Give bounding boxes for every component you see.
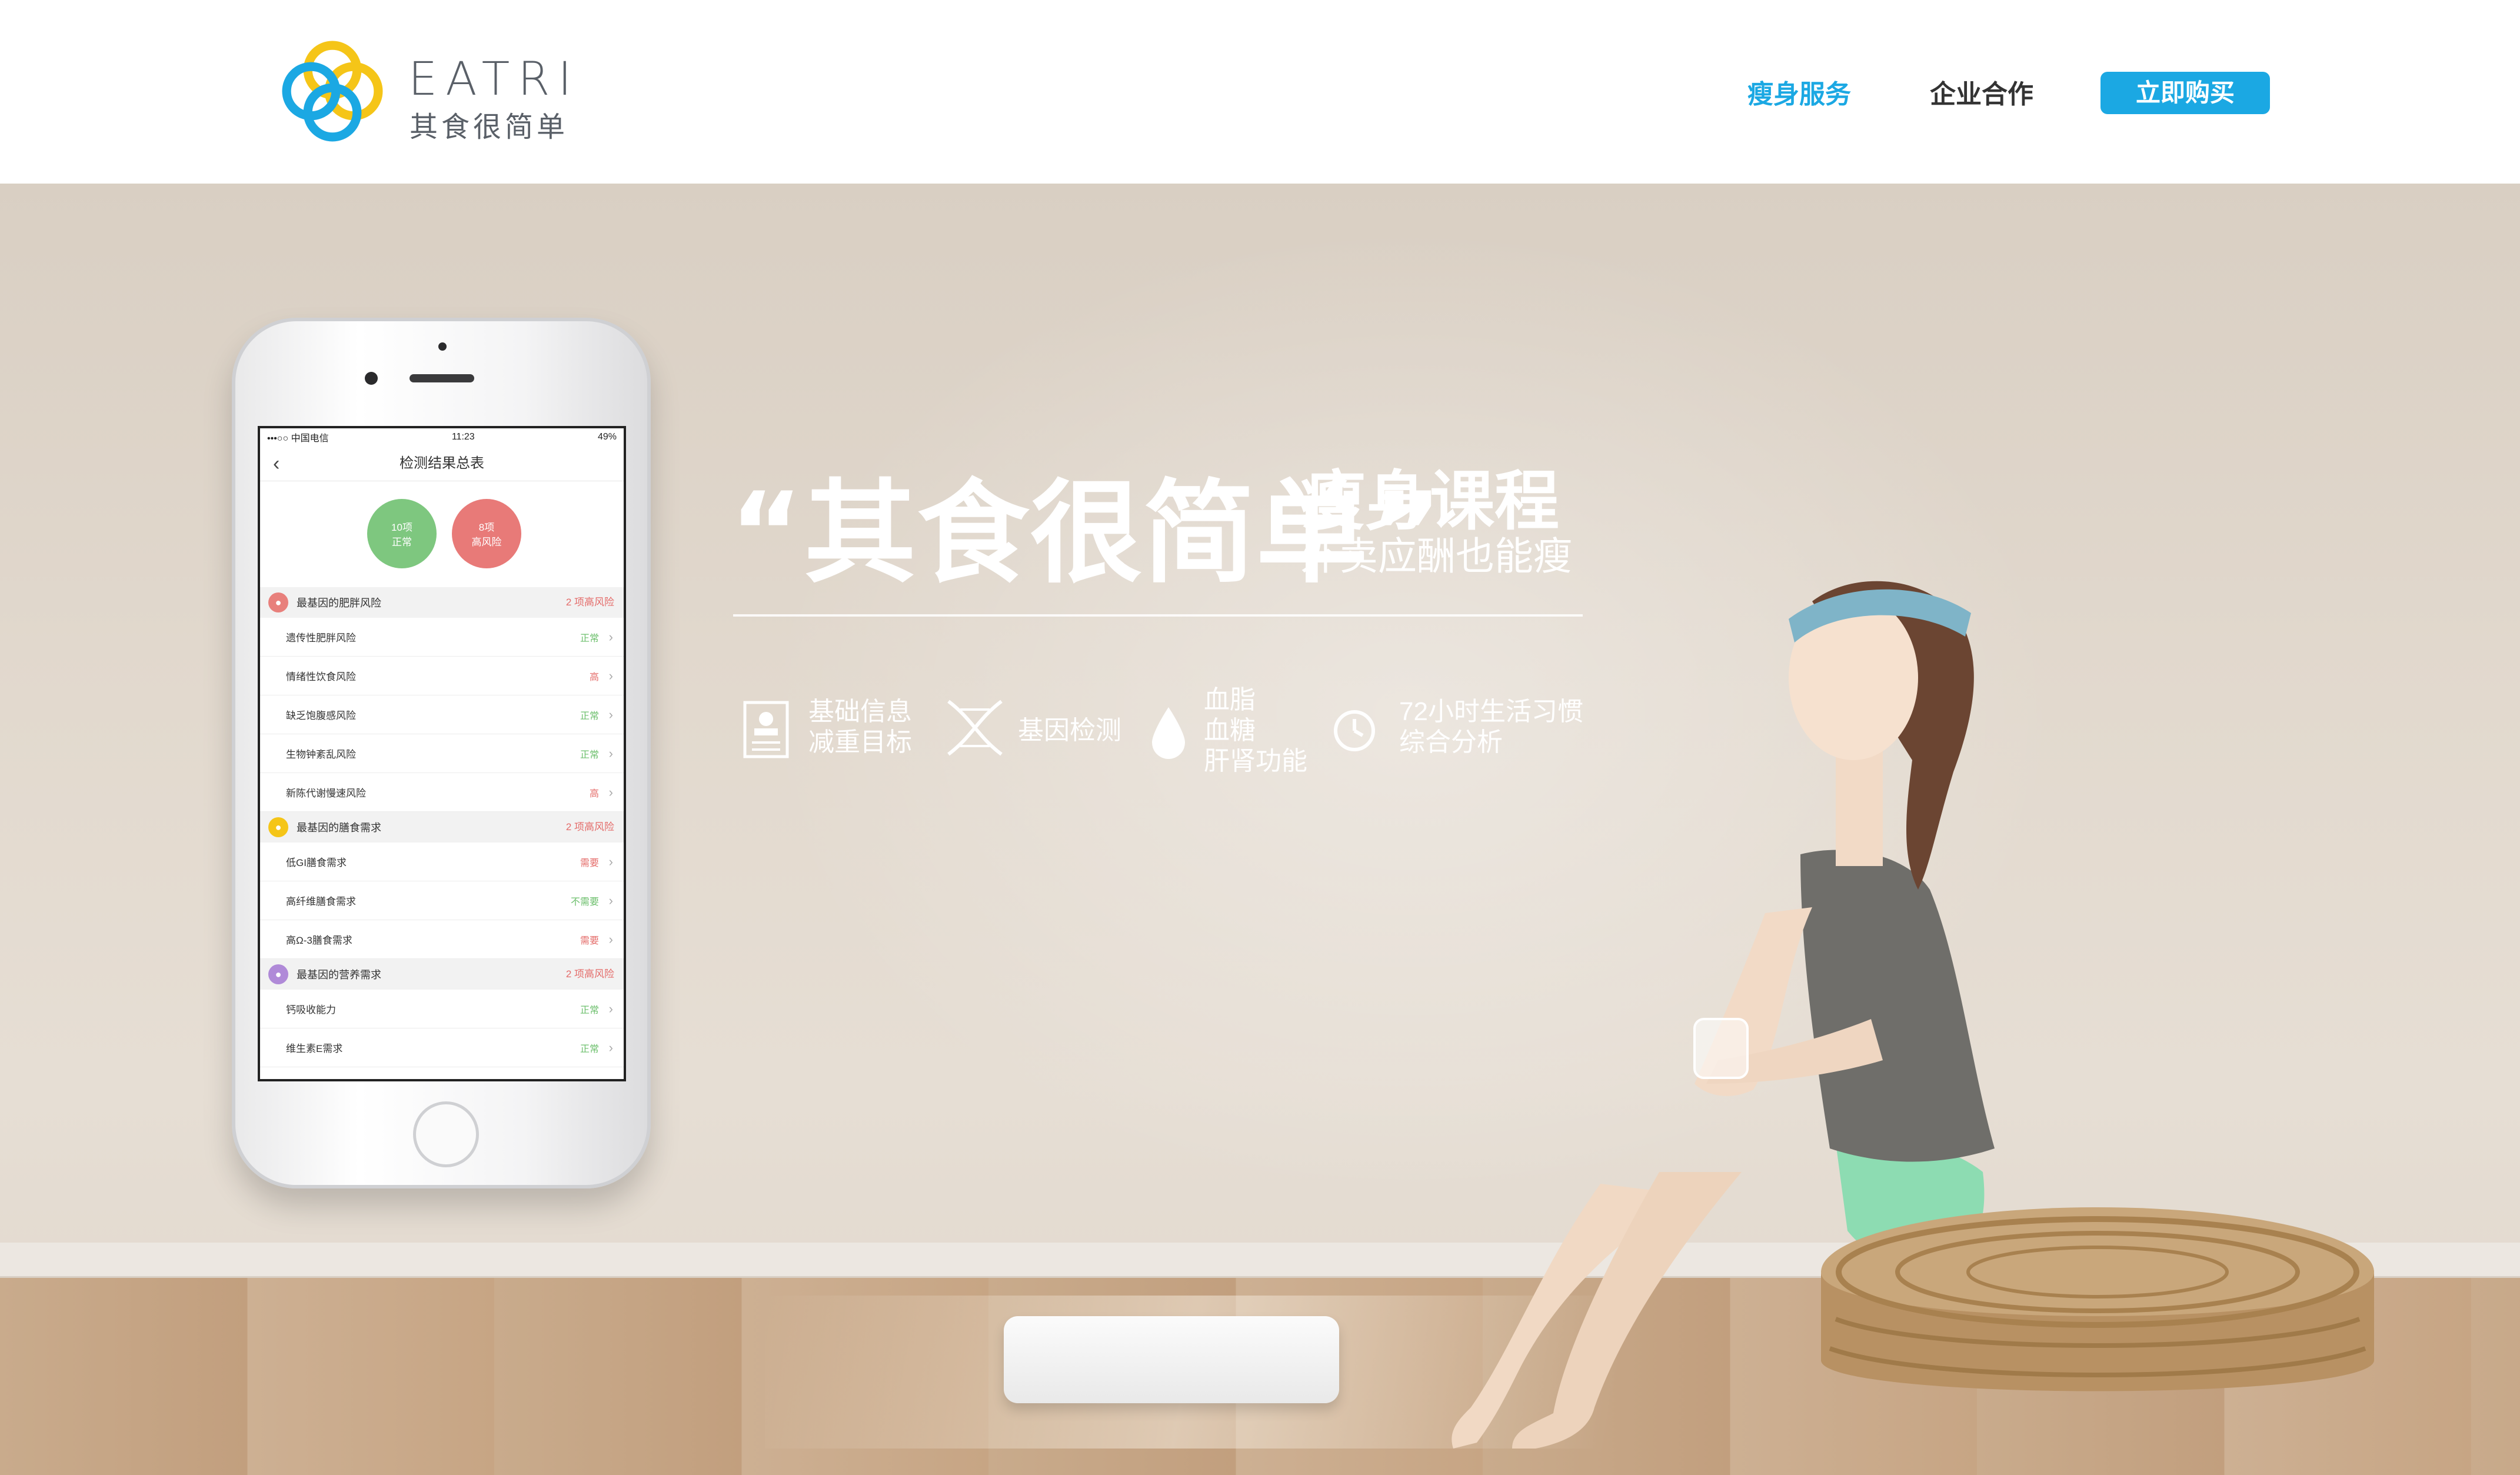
risk-label: 高风险 [471, 537, 502, 548]
result-row[interactable]: 缺乏饱腹感风险 正常 › [260, 695, 624, 734]
home-button [413, 1101, 479, 1167]
result-label: 缺乏饱腹感风险 [286, 710, 356, 721]
section-risk-count: 2 项高风险 [565, 968, 614, 980]
nav-slimming-service[interactable]: 瘦身服务 [1747, 73, 1851, 111]
section-title: 最基因的肥胖风险 [297, 597, 381, 609]
result-row[interactable]: 低GI膳食需求 需要 › [260, 843, 624, 881]
phone-camera [365, 372, 378, 385]
result-status: 不需要 [570, 897, 599, 907]
result-label: 新陈代谢慢速风险 [286, 788, 366, 799]
feature-basic-line2: 减重目标 [808, 728, 912, 757]
result-sections: ● 最基因的肥胖风险 2 项高风险 遗传性肥胖风险 正常 › 情绪性饮食风险高 › 缺乏饱腹感风… [260, 587, 624, 1067]
phone-sensor [438, 342, 447, 351]
result-row[interactable]: 生物钟紊乱风险 正常 › [260, 734, 624, 773]
section-title: 最基因的膳食需求 [297, 822, 381, 834]
result-row[interactable]: 遗传性肥胖风险 正常 › [260, 618, 624, 657]
result-row[interactable]: 维生素E需求 正常 › [260, 1028, 624, 1067]
result-status: 高 [589, 672, 599, 682]
result-row[interactable]: 钙吸收能力 正常 › [260, 990, 624, 1028]
chevron-right-icon: › [608, 893, 613, 908]
chevron-right-icon: › [608, 629, 613, 644]
summary-circles: 10项 正常 8项 高风险 [260, 481, 624, 587]
section-header: ● 最基因的肥胖风险 2 项高风险 [260, 587, 624, 618]
clock-label: 11:23 [451, 432, 475, 442]
result-row[interactable]: 高纤维膳食需求 不需要 › [260, 881, 624, 920]
dna-icon [947, 700, 1003, 756]
result-row[interactable]: 情绪性饮食风险 高 › [260, 657, 624, 695]
result-status: 高 [589, 788, 599, 799]
section-header: ● 最基因的膳食需求 2 项高风险 [260, 812, 624, 843]
section-header: ● 最基因的营养需求 2 项高风险 [260, 959, 624, 990]
phone-mockup: •••○○ 中国电信 11:23 49% ‹ 检测结果总表 10项 正常 8项 … [232, 318, 651, 1188]
result-label: 高纤维膳食需求 [286, 896, 356, 907]
result-label: 低GI膳食需求 [286, 857, 347, 868]
result-label: 生物钟紊乱风险 [286, 749, 356, 760]
result-label: 高Ω-3膳食需求 [286, 935, 352, 946]
battery-label: 49% [597, 432, 617, 442]
normal-count: 10项 [391, 522, 412, 533]
carrier-label: •••○○ 中国电信 [267, 434, 329, 444]
result-row[interactable]: 新陈代谢慢速风险 高 › [260, 773, 624, 812]
result-status: 正常 [580, 1005, 599, 1015]
feature-gene-line1: 基因检测 [1018, 716, 1121, 745]
section-badge-icon: ● [268, 964, 288, 984]
brand-logo[interactable]: EATRI 其食很简单 [277, 35, 582, 153]
profile-card-icon [743, 701, 789, 758]
section-risk-count: 2 项高风险 [565, 821, 614, 833]
chevron-right-icon: › [608, 784, 613, 800]
chevron-right-icon: › [608, 745, 613, 761]
normal-label: 正常 [392, 537, 412, 548]
phone-speaker [410, 374, 474, 382]
result-status: 正常 [580, 633, 599, 644]
result-status: 需要 [580, 935, 599, 946]
phone-status-bar: •••○○ 中国电信 11:23 49% [260, 428, 624, 446]
logo-mark-icon [282, 41, 383, 142]
result-label: 钙吸收能力 [286, 1004, 336, 1015]
result-row[interactable]: 高Ω-3膳食需求 需要 › [260, 920, 624, 959]
result-status: 正常 [580, 1044, 599, 1054]
section-badge-icon: ● [268, 592, 288, 612]
chevron-right-icon: › [608, 1040, 613, 1055]
result-status: 正常 [580, 750, 599, 760]
logo-wordmark: EATRI [408, 53, 580, 106]
chevron-right-icon: › [608, 931, 613, 947]
smart-scale-illustration [1004, 1316, 1339, 1403]
nav-enterprise-cooperation[interactable]: 企业合作 [1930, 73, 2033, 111]
result-label: 遗传性肥胖风险 [286, 632, 356, 644]
normal-count-badge: 10项 正常 [367, 499, 437, 568]
logo-tagline: 其食很简单 [410, 112, 569, 143]
chevron-right-icon: › [608, 668, 613, 683]
buy-now-button[interactable]: 立即购买 [2100, 72, 2270, 114]
risk-count-badge: 8项 高风险 [452, 499, 521, 568]
rattan-pouf-illustration [1821, 1207, 2374, 1391]
risk-count: 8项 [478, 522, 495, 533]
chevron-right-icon: › [608, 854, 613, 869]
chevron-right-icon: › [608, 1001, 613, 1016]
section-risk-count: 2 项高风险 [565, 597, 614, 608]
phone-nav-bar: ‹ 检测结果总表 [260, 446, 624, 481]
result-status: 正常 [580, 711, 599, 721]
chevron-right-icon: › [608, 707, 613, 722]
result-status: 需要 [580, 858, 599, 868]
section-title: 最基因的营养需求 [297, 969, 381, 981]
blood-drop-icon [1152, 707, 1185, 759]
phone-screen: •••○○ 中国电信 11:23 49% ‹ 检测结果总表 10项 正常 8项 … [258, 426, 626, 1081]
site-header: EATRI 其食很简单 瘦身服务 企业合作 立即购买 [0, 0, 2520, 184]
feature-basic-line1: 基础信息 [808, 697, 912, 726]
back-arrow-icon[interactable]: ‹ [273, 446, 279, 481]
hero-banner: •••○○ 中国电信 11:23 49% ‹ 检测结果总表 10项 正常 8项 … [0, 184, 2520, 1475]
result-label: 维生素E需求 [286, 1043, 343, 1054]
phone-title: 检测结果总表 [400, 455, 484, 471]
result-label: 情绪性饮食风险 [286, 671, 356, 682]
section-badge-icon: ● [268, 817, 288, 837]
